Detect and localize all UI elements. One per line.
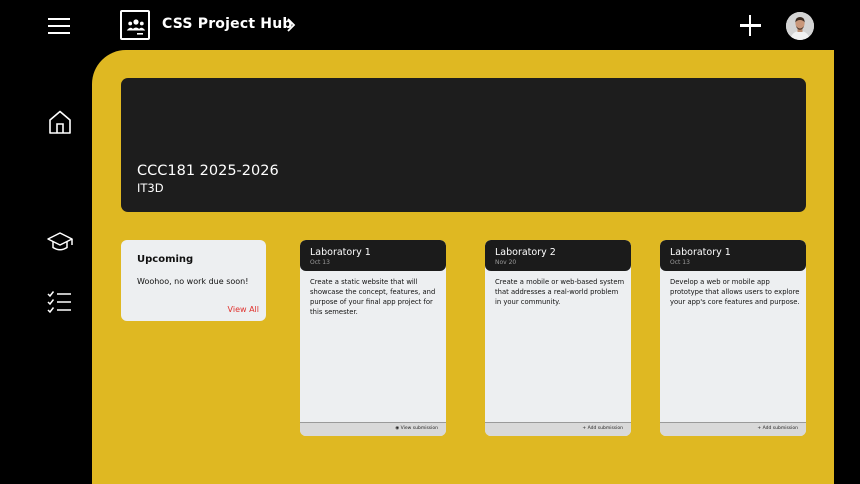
assignment-date: Nov 20	[495, 259, 517, 266]
upcoming-message: Woohoo, no work due soon!	[137, 277, 249, 286]
assignment-title: Laboratory 2	[495, 247, 556, 258]
assignment-card[interactable]: Laboratory 1 Oct 13 Create a static webs…	[300, 240, 446, 436]
assignment-title: Laboratory 1	[310, 247, 371, 258]
graduation-cap-icon[interactable]	[46, 228, 74, 256]
assignment-description: Create a mobile or web-based system that…	[495, 278, 625, 306]
assignment-date: Oct 13	[310, 259, 330, 266]
hamburger-menu-icon[interactable]	[46, 15, 74, 37]
assignment-footer: + Add submission	[660, 422, 806, 436]
assignment-header: Laboratory 1 Oct 13	[660, 240, 806, 271]
assignment-footer: ◉ View submission	[300, 422, 446, 436]
chevron-right-icon[interactable]	[284, 17, 298, 33]
add-submission-label: Add submission	[762, 426, 798, 431]
eye-icon: ◉	[395, 426, 400, 431]
assignment-description: Create a static website that will showca…	[310, 278, 436, 316]
avatar[interactable]	[786, 12, 814, 40]
add-submission-label: Add submission	[587, 426, 623, 431]
assignment-header: Laboratory 1 Oct 13	[300, 240, 446, 271]
add-submission-button[interactable]: + Add submission	[582, 426, 623, 431]
course-section: IT3D	[137, 181, 164, 195]
course-title: CCC181 2025-2026	[137, 163, 279, 179]
assignment-footer: + Add submission	[485, 422, 631, 436]
checklist-icon[interactable]	[46, 288, 74, 316]
home-icon[interactable]	[46, 108, 74, 136]
view-submission-button[interactable]: ◉ View submission	[395, 426, 438, 431]
upcoming-title: Upcoming	[137, 254, 194, 265]
upcoming-card: Upcoming Woohoo, no work due soon! View …	[121, 240, 266, 321]
view-all-link[interactable]: View All	[228, 305, 259, 314]
assignment-title: Laboratory 1	[670, 247, 731, 258]
classroom-logo-icon	[120, 10, 150, 40]
assignment-card[interactable]: Laboratory 2 Nov 20 Create a mobile or w…	[485, 240, 631, 436]
app-title: CSS Project Hub	[162, 16, 293, 32]
plus-icon: +	[757, 426, 762, 431]
add-icon[interactable]	[740, 15, 761, 36]
assignment-card[interactable]: Laboratory 1 Oct 13 Develop a web or mob…	[660, 240, 806, 436]
assignment-description: Develop a web or mobile app prototype th…	[670, 278, 800, 306]
assignment-header: Laboratory 2 Nov 20	[485, 240, 631, 271]
view-submission-label: View submission	[400, 426, 438, 431]
add-submission-button[interactable]: + Add submission	[757, 426, 798, 431]
assignment-date: Oct 13	[670, 259, 690, 266]
plus-icon: +	[582, 426, 587, 431]
course-banner[interactable]: CCC181 2025-2026 IT3D	[121, 78, 806, 212]
